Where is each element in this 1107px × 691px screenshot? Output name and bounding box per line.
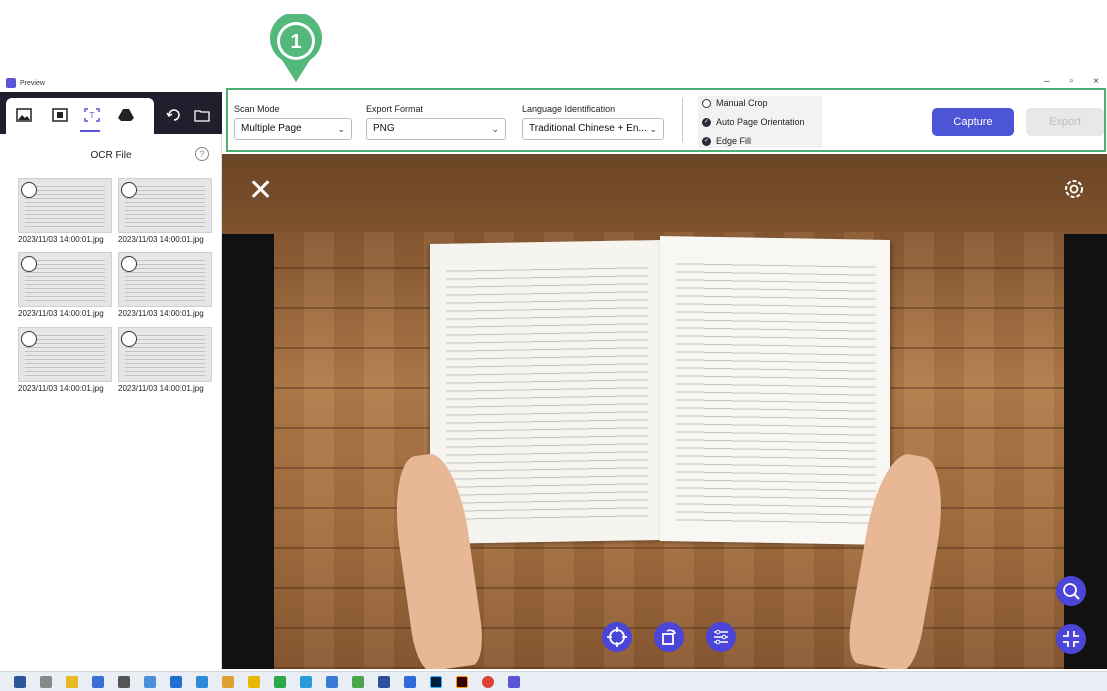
- help-icon[interactable]: ?: [195, 147, 209, 161]
- radio-unchecked-icon: [702, 98, 711, 108]
- file-thumbnail[interactable]: [18, 252, 112, 307]
- crosshair-icon: [607, 627, 627, 647]
- taskbar-app-icon[interactable]: [404, 676, 416, 688]
- file-thumbnail[interactable]: [118, 252, 212, 307]
- sliders-icon: [714, 629, 728, 645]
- divider: [682, 98, 683, 142]
- export-format-label: Export Format: [366, 104, 424, 114]
- active-tab-indicator: [80, 130, 100, 132]
- skype-icon[interactable]: [300, 676, 312, 688]
- chevron-down-icon: ⌄: [337, 124, 345, 134]
- folder-icon[interactable]: [66, 676, 78, 688]
- taskbar-app-icon[interactable]: [144, 676, 156, 688]
- taskbar-app-icon[interactable]: [378, 676, 390, 688]
- edge-fill-option[interactable]: ✓ Edge Fill: [702, 136, 751, 146]
- file-thumbnail[interactable]: [118, 178, 212, 233]
- taskbar-app-icon[interactable]: [196, 676, 208, 688]
- taskbar-app-icon[interactable]: [326, 676, 338, 688]
- open-book: [422, 232, 897, 562]
- file-thumbnail[interactable]: [18, 178, 112, 233]
- rotate-button[interactable]: [654, 622, 684, 652]
- zoom-icon: [1063, 583, 1080, 600]
- image-icon[interactable]: [16, 108, 32, 122]
- capture-toolbar: Scan Mode Multiple Page ⌄ Export Format …: [226, 88, 1106, 152]
- select-radio[interactable]: [21, 182, 37, 198]
- collapse-icon: [1063, 631, 1079, 647]
- task-view-icon[interactable]: [40, 676, 52, 688]
- scan-mode-label: Scan Mode: [234, 104, 280, 114]
- select-radio[interactable]: [21, 256, 37, 272]
- file-name: 2023/11/03 14:00:01.jpg: [18, 309, 104, 318]
- window-controls: – ▫ ×: [1044, 76, 1099, 87]
- chat-icon[interactable]: [274, 676, 286, 688]
- file-name: 2023/11/03 14:00:01.jpg: [18, 384, 104, 393]
- panel-title: OCR File: [90, 150, 132, 161]
- rotate-page-icon: [662, 629, 677, 645]
- scan-mode-select[interactable]: Multiple Page ⌄: [234, 118, 352, 140]
- close-window-button[interactable]: ×: [1093, 76, 1099, 87]
- app-root: 1 Preview – ▫ × T OCR File ? 2023/11/03 …: [0, 0, 1107, 691]
- select-radio[interactable]: [121, 256, 137, 272]
- file-name: 2023/11/03 14:00:01.jpg: [118, 384, 204, 393]
- close-preview-button[interactable]: ✕: [248, 176, 273, 206]
- export-format-select[interactable]: PNG ⌄: [366, 118, 506, 140]
- window-title: Preview: [20, 79, 45, 87]
- file-thumbnail[interactable]: [118, 327, 212, 382]
- check-circle-icon: ✓: [702, 117, 711, 127]
- file-name: 2023/11/03 14:00:01.jpg: [118, 309, 204, 318]
- file-name: 2023/11/03 14:00:01.jpg: [18, 235, 104, 244]
- chevron-down-icon: ⌄: [491, 124, 499, 134]
- settings-gear-icon[interactable]: [1061, 176, 1087, 202]
- ocr-icon[interactable]: T: [84, 108, 100, 122]
- video-icon[interactable]: [52, 108, 68, 122]
- camera-preview: ✕: [222, 154, 1107, 669]
- file-name: 2023/11/03 14:00:01.jpg: [118, 235, 204, 244]
- taskbar-app-icon[interactable]: [222, 676, 234, 688]
- export-button[interactable]: Export: [1026, 108, 1104, 136]
- minimize-button[interactable]: –: [1044, 76, 1050, 87]
- sidebar: T OCR File ? 2023/11/03 14:00:01.jpg 202…: [0, 92, 222, 669]
- auto-orientation-option[interactable]: ✓ Auto Page Orientation: [702, 117, 805, 127]
- edge-icon[interactable]: [170, 676, 182, 688]
- manual-crop-option[interactable]: Manual Crop: [702, 98, 768, 108]
- folder-image-icon[interactable]: [194, 108, 210, 122]
- zoom-button[interactable]: [1056, 576, 1086, 606]
- focus-button[interactable]: [602, 622, 632, 652]
- taskbar-app-icon[interactable]: [92, 676, 104, 688]
- taskbar-app-icon[interactable]: [352, 676, 364, 688]
- illustrator-icon[interactable]: [456, 676, 468, 688]
- chrome-icon[interactable]: [482, 676, 494, 688]
- language-label: Language Identification: [522, 104, 616, 114]
- file-thumbnail[interactable]: [18, 327, 112, 382]
- app-icon: [6, 78, 16, 88]
- restore-button[interactable]: ▫: [1070, 76, 1074, 87]
- capture-button[interactable]: Capture: [932, 108, 1014, 136]
- drive-icon[interactable]: [118, 108, 134, 122]
- taskbar-app-icon[interactable]: [248, 676, 260, 688]
- exit-fullscreen-button[interactable]: [1056, 624, 1086, 654]
- select-radio[interactable]: [121, 182, 137, 198]
- callout-number: 1: [290, 31, 301, 53]
- rotate-icon[interactable]: [166, 108, 182, 122]
- photoshop-icon[interactable]: [430, 676, 442, 688]
- adjust-button[interactable]: [706, 622, 736, 652]
- check-circle-icon: ✓: [702, 136, 711, 146]
- preview-app-icon[interactable]: [508, 676, 520, 688]
- sidebar-tabs: T: [0, 92, 222, 134]
- language-select[interactable]: Traditional Chinese + En... ⌄: [522, 118, 664, 140]
- calculator-icon[interactable]: [118, 676, 130, 688]
- start-icon[interactable]: [14, 676, 26, 688]
- chevron-down-icon: ⌄: [649, 124, 657, 134]
- select-radio[interactable]: [121, 331, 137, 347]
- taskbar: [0, 671, 1107, 691]
- svg-text:T: T: [90, 111, 95, 120]
- select-radio[interactable]: [21, 331, 37, 347]
